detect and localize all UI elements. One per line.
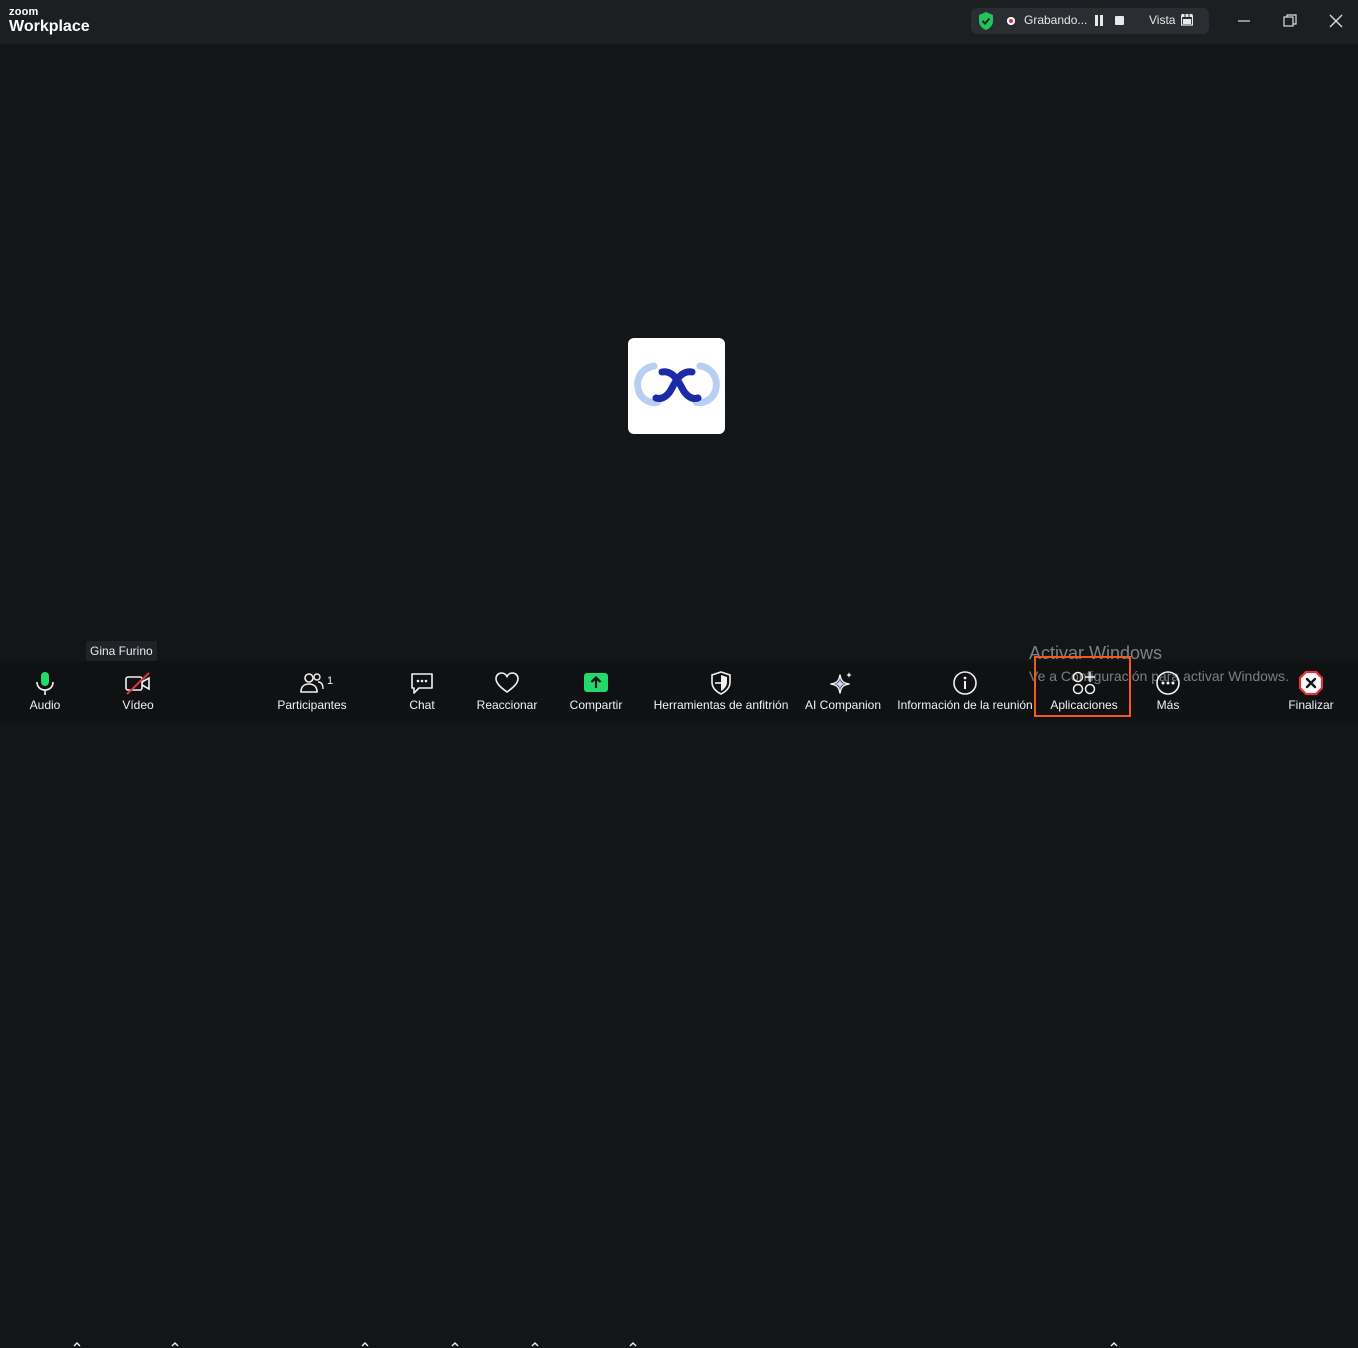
avatar-logo-icon — [634, 362, 720, 407]
ai-companion-button[interactable]: AI Companion — [802, 661, 884, 721]
video-label: Vídeo — [122, 698, 154, 712]
share-options-chevron-up-icon[interactable] — [628, 1340, 638, 1348]
video-off-icon — [125, 672, 150, 695]
brand-top: zoom — [9, 6, 39, 18]
meeting-info-button[interactable]: Información de la reunión — [896, 661, 1034, 721]
participants-label: Participantes — [277, 698, 347, 712]
video-button[interactable]: Vídeo — [112, 661, 164, 721]
end-meeting-icon — [1298, 670, 1324, 696]
react-label: Reaccionar — [476, 698, 538, 712]
meeting-info-label: Información de la reunión — [897, 698, 1033, 712]
restore-icon — [1283, 14, 1297, 27]
participants-icon — [300, 673, 324, 693]
recording-dot-icon — [1007, 17, 1015, 25]
more-label: Más — [1156, 698, 1180, 712]
audio-label: Audio — [29, 698, 61, 712]
react-options-chevron-up-icon[interactable] — [530, 1340, 540, 1348]
share-screen-icon — [584, 673, 608, 692]
zoom-logo: zoom Workplace — [9, 7, 90, 35]
participant-avatar — [628, 338, 725, 434]
host-shield-icon — [711, 671, 731, 695]
brand-bottom: Workplace — [9, 18, 90, 35]
chat-label: Chat — [409, 698, 435, 712]
close-icon — [1329, 14, 1343, 28]
audio-options-chevron-up-icon[interactable] — [72, 1340, 82, 1348]
minimize-icon — [1238, 20, 1250, 22]
share-button[interactable]: Compartir — [566, 661, 626, 721]
apps-options-chevron-up-icon[interactable] — [1109, 1340, 1119, 1348]
chat-icon — [411, 673, 433, 694]
end-meeting-button[interactable]: Finalizar — [1284, 661, 1338, 721]
minimize-button[interactable] — [1221, 6, 1267, 36]
microphone-icon — [36, 672, 54, 695]
pause-recording-icon[interactable] — [1094, 15, 1104, 27]
chat-button[interactable]: Chat — [402, 661, 442, 721]
info-icon — [953, 671, 977, 695]
participants-options-chevron-up-icon[interactable] — [360, 1340, 370, 1348]
restore-button[interactable] — [1267, 6, 1313, 36]
encryption-shield-icon[interactable] — [977, 11, 995, 31]
host-tools-label: Herramientas de anfitrión — [653, 698, 789, 712]
apps-highlight-box — [1034, 656, 1131, 717]
heart-icon — [495, 672, 519, 693]
participants-button[interactable]: 1 Participantes — [276, 661, 348, 721]
title-bar: zoom Workplace Grabando... Vista — [0, 0, 1358, 44]
recording-pill: Grabando... Vista — [971, 8, 1209, 34]
sparkle-icon — [830, 672, 852, 694]
host-tools-button[interactable]: Herramientas de anfitrión — [652, 661, 790, 721]
view-grid-icon[interactable] — [1181, 14, 1193, 26]
recording-status: Grabando... — [1024, 13, 1088, 27]
participant-name-tag: Gina Furino — [86, 641, 157, 661]
video-options-chevron-up-icon[interactable] — [170, 1340, 180, 1348]
react-button[interactable]: Reaccionar — [476, 661, 538, 721]
participants-count: 1 — [327, 675, 334, 687]
audio-button[interactable]: Audio — [20, 661, 70, 721]
close-button[interactable] — [1313, 6, 1358, 36]
stop-recording-icon[interactable] — [1115, 16, 1124, 25]
end-meeting-label: Finalizar — [1288, 698, 1334, 712]
ai-companion-label: AI Companion — [804, 698, 882, 712]
share-label: Compartir — [569, 698, 623, 712]
view-button[interactable]: Vista — [1149, 13, 1175, 27]
chat-options-chevron-up-icon[interactable] — [450, 1340, 460, 1348]
